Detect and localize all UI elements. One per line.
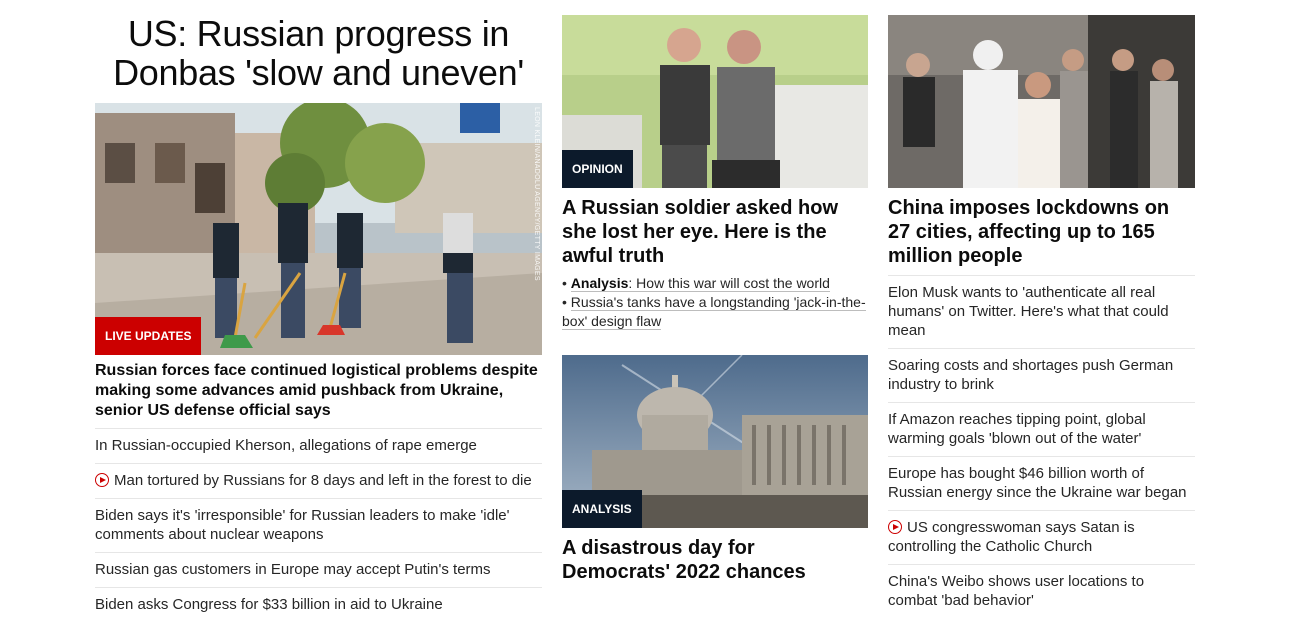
story-link[interactable]: US congresswoman says Satan is controlli… bbox=[888, 519, 1135, 555]
opinion-story-image[interactable]: OPINION bbox=[562, 15, 868, 188]
analysis-badge: ANALYSIS bbox=[562, 490, 642, 528]
story-link[interactable]: In Russian-occupied Kherson, allegations… bbox=[95, 437, 477, 454]
opinion-story-title[interactable]: A Russian soldier asked how she lost her… bbox=[562, 196, 868, 268]
analysis-link[interactable]: Analysis: How this war will cost the wor… bbox=[570, 275, 830, 292]
live-updates-badge: LIVE UPDATES bbox=[95, 317, 202, 355]
main-story-image[interactable]: LEON KLEIN/ANADOLU AGENCY/GETTY IMAGES L… bbox=[95, 103, 542, 355]
sub-link-text: : How this war will cost the world bbox=[628, 275, 830, 291]
opinion-badge: OPINION bbox=[562, 150, 633, 188]
headlines-list: Elon Musk wants to 'authenticate all rea… bbox=[888, 275, 1195, 618]
list-item[interactable]: If Amazon reaches tipping point, global … bbox=[888, 402, 1195, 456]
list-item[interactable]: Russian gas customers in Europe may acce… bbox=[95, 552, 542, 587]
main-story-column: US: Russian progress in Donbas 'slow and… bbox=[95, 0, 542, 622]
list-item[interactable]: Man tortured by Russians for 8 days and … bbox=[95, 463, 542, 498]
analysis-story-title[interactable]: A disastrous day for Democrats' 2022 cha… bbox=[562, 536, 868, 584]
lead-story-link[interactable]: Russian forces face continued logistical… bbox=[95, 361, 542, 421]
video-play-icon bbox=[888, 520, 902, 534]
story-link[interactable]: Biden says it's 'irresponsible' for Russ… bbox=[95, 507, 510, 543]
list-item[interactable]: Elon Musk wants to 'authenticate all rea… bbox=[888, 275, 1195, 348]
list-item[interactable]: Europe has bought $46 billion worth of R… bbox=[888, 456, 1195, 510]
story-link[interactable]: Biden asks Congress for $33 billion in a… bbox=[95, 596, 443, 613]
story-link[interactable]: China's Weibo shows user locations to co… bbox=[888, 573, 1144, 609]
story-link[interactable]: Russian gas customers in Europe may acce… bbox=[95, 561, 491, 578]
sub-links-list: • Analysis: How this war will cost the w… bbox=[562, 274, 868, 331]
lockdown-photo bbox=[888, 15, 1195, 188]
analysis-label: Analysis bbox=[570, 275, 629, 291]
story-link[interactable]: If Amazon reaches tipping point, global … bbox=[888, 411, 1146, 447]
china-story-image[interactable] bbox=[888, 15, 1195, 188]
sub-link-item[interactable]: • Analysis: How this war will cost the w… bbox=[562, 274, 868, 293]
sub-link-item[interactable]: • Russia's tanks have a longstanding 'ja… bbox=[562, 293, 868, 331]
list-item[interactable]: Biden asks Congress for $33 billion in a… bbox=[95, 587, 542, 622]
list-item[interactable]: Soaring costs and shortages push German … bbox=[888, 348, 1195, 402]
list-item[interactable]: US congresswoman says Satan is controlli… bbox=[888, 510, 1195, 564]
story-link[interactable]: Elon Musk wants to 'authenticate all rea… bbox=[888, 284, 1169, 339]
sub-link-text: Russia's tanks have a longstanding 'jack… bbox=[562, 294, 866, 329]
list-item[interactable]: Biden says it's 'irresponsible' for Russ… bbox=[95, 498, 542, 552]
tanks-link[interactable]: Russia's tanks have a longstanding 'jack… bbox=[562, 294, 866, 330]
related-links-list: In Russian-occupied Kherson, allegations… bbox=[95, 428, 542, 622]
photo-credit: LEON KLEIN/ANADOLU AGENCY/GETTY IMAGES bbox=[533, 107, 540, 281]
china-story-title[interactable]: China imposes lockdowns on 27 cities, af… bbox=[888, 196, 1195, 268]
list-item[interactable]: In Russian-occupied Kherson, allegations… bbox=[95, 428, 542, 463]
third-story-column: China imposes lockdowns on 27 cities, af… bbox=[888, 0, 1195, 618]
story-link[interactable]: Man tortured by Russians for 8 days and … bbox=[114, 472, 532, 489]
video-play-icon bbox=[95, 473, 109, 487]
story-link[interactable]: Europe has bought $46 billion worth of R… bbox=[888, 465, 1187, 501]
list-item[interactable]: China's Weibo shows user locations to co… bbox=[888, 564, 1195, 618]
main-headline[interactable]: US: Russian progress in Donbas 'slow and… bbox=[95, 14, 542, 92]
secondary-story-column: OPINION A Russian soldier asked how she … bbox=[562, 0, 868, 584]
analysis-story-image[interactable]: ANALYSIS bbox=[562, 355, 868, 528]
story-link[interactable]: Soaring costs and shortages push German … bbox=[888, 357, 1173, 393]
